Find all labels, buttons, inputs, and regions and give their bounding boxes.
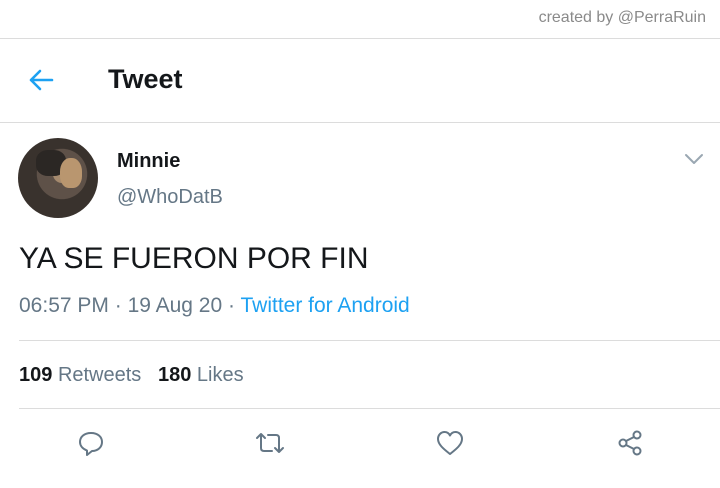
retweets-stat[interactable]: 109 Retweets bbox=[19, 364, 141, 386]
like-button[interactable] bbox=[433, 426, 467, 460]
stats-divider bbox=[19, 408, 720, 409]
meta-separator: · bbox=[228, 294, 236, 317]
watermark-credit: created by @PerraRuin bbox=[538, 9, 706, 26]
meta-separator: · bbox=[114, 294, 122, 317]
author-name[interactable]: Minnie bbox=[117, 150, 180, 173]
like-icon bbox=[437, 431, 463, 455]
likes-stat[interactable]: 180 Likes bbox=[158, 364, 244, 386]
page-title: Tweet bbox=[108, 64, 183, 94]
retweets-count: 109 bbox=[19, 364, 53, 386]
tweet-stats: 109 Retweets 180 Likes bbox=[19, 364, 244, 387]
reply-button[interactable] bbox=[74, 426, 108, 460]
retweets-label: Retweets bbox=[57, 364, 142, 386]
tweet-meta: 06:57 PM · 19 Aug 20 · Twitter for Andro… bbox=[19, 294, 410, 318]
share-button[interactable] bbox=[613, 426, 647, 460]
retweet-icon bbox=[256, 433, 284, 453]
likes-label: Likes bbox=[196, 364, 244, 386]
share-icon bbox=[618, 430, 642, 456]
tweet-date: 19 Aug 20 bbox=[127, 294, 223, 317]
author-handle[interactable]: @WhoDatB bbox=[117, 186, 223, 209]
meta-divider bbox=[19, 340, 720, 341]
tweet-time: 06:57 PM bbox=[19, 294, 109, 317]
header-divider bbox=[0, 122, 720, 123]
retweet-button[interactable] bbox=[253, 426, 287, 460]
arrow-left-icon bbox=[29, 69, 54, 91]
avatar[interactable] bbox=[18, 138, 98, 218]
chevron-down-icon bbox=[685, 154, 703, 164]
tweet-text: YA SE FUERON POR FIN bbox=[19, 242, 369, 275]
back-button[interactable] bbox=[26, 65, 56, 95]
tweet-source-link[interactable]: Twitter for Android bbox=[240, 294, 409, 317]
likes-count: 180 bbox=[157, 364, 192, 386]
reply-icon bbox=[79, 432, 103, 456]
header-bar: Tweet bbox=[0, 38, 720, 122]
tweet-menu-button[interactable] bbox=[684, 152, 704, 166]
